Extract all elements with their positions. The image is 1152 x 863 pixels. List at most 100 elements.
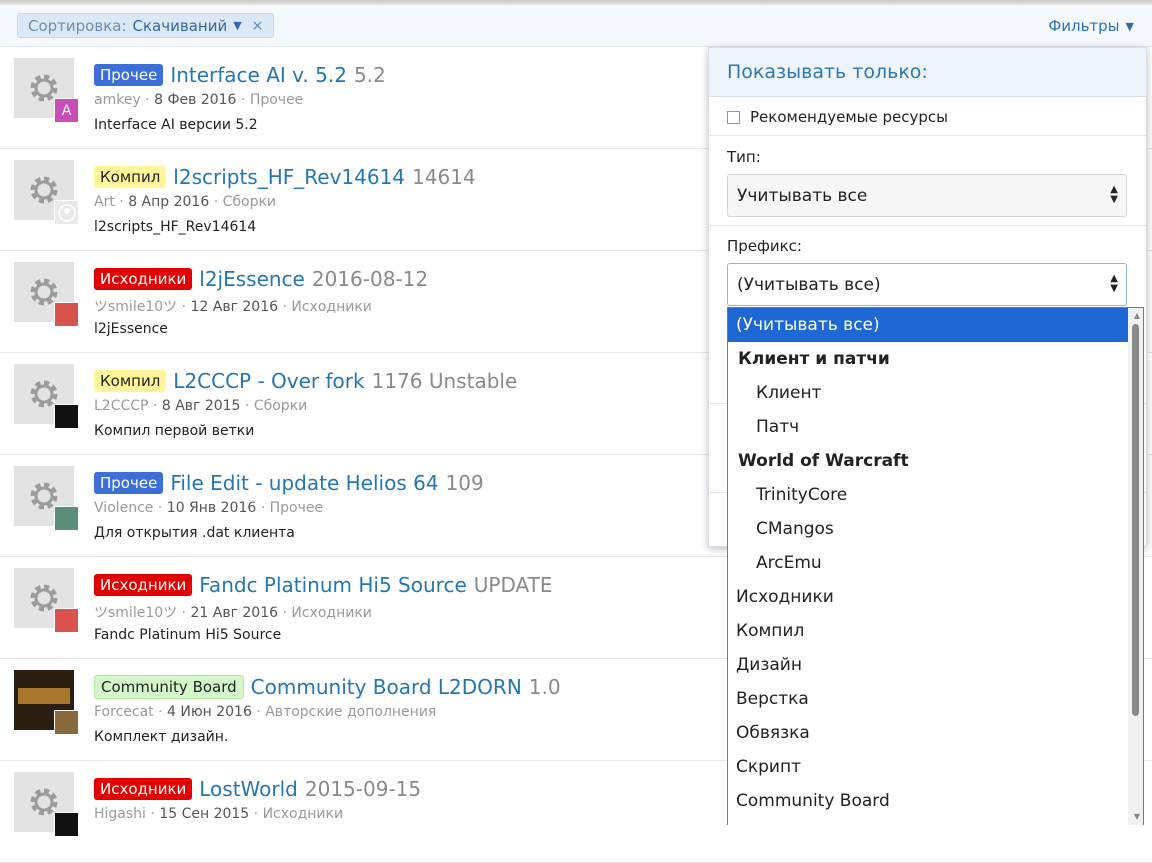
resource-title[interactable]: l2jEssence xyxy=(199,267,305,291)
type-select[interactable]: Учитывать все ▲ ▼ xyxy=(727,174,1127,217)
prefix-select[interactable]: (Учитывать все) ▲ ▼ xyxy=(727,263,1127,306)
prefix-badge[interactable]: Прочее xyxy=(94,472,164,494)
dropdown-option[interactable]: Скрипт xyxy=(728,750,1143,784)
resource-version: 109 xyxy=(445,471,484,495)
resource-meta: Art · 8 Апр 2016 · Сборки xyxy=(94,194,277,210)
resource-meta: Violence · 10 Янв 2016 · Прочее xyxy=(94,500,324,516)
type-label: Тип: xyxy=(727,148,761,166)
resource-title[interactable]: l2scripts_HF_Rev14614 xyxy=(173,165,405,189)
prefix-badge[interactable]: Исходники xyxy=(94,268,193,290)
prefix-badge[interactable]: Community Board xyxy=(94,675,244,699)
dropdown-option[interactable]: Компил xyxy=(728,614,1143,648)
resource-date: 15 Сен 2015 xyxy=(159,806,250,822)
featured-checkbox[interactable] xyxy=(727,110,740,124)
avatar[interactable] xyxy=(54,200,79,225)
category-link[interactable]: Исходники xyxy=(263,806,344,822)
resource-title[interactable]: L2CCCP - Over fork xyxy=(173,369,364,393)
prefix-badge[interactable]: Прочее xyxy=(94,64,164,86)
sort-label: Сортировка: xyxy=(28,16,127,35)
chevron-down-icon[interactable]: ▼ xyxy=(233,19,241,32)
dropdown-option[interactable]: Дизайн xyxy=(728,648,1143,682)
avatar[interactable] xyxy=(54,302,79,327)
resource-date: 8 Авг 2015 xyxy=(161,398,241,414)
resource-title[interactable]: Fandc Platinum Hi5 Source xyxy=(199,573,466,597)
dropdown-option[interactable]: ArcEmu xyxy=(728,546,1143,580)
resource-title[interactable]: LostWorld xyxy=(199,777,298,801)
resource-title[interactable]: Community Board L2DORN xyxy=(251,675,522,699)
category-link[interactable]: Прочее xyxy=(250,92,303,108)
divider xyxy=(709,225,1146,226)
resource-version: 1.0 xyxy=(528,675,561,699)
resource-version: UPDATE xyxy=(473,573,553,597)
resource-date: 8 Апр 2016 xyxy=(128,194,210,210)
prefix-badge[interactable]: Компил xyxy=(94,166,167,188)
author-link[interactable]: Art xyxy=(94,194,115,210)
avatar[interactable] xyxy=(54,710,79,735)
author-link[interactable]: Higashi xyxy=(94,806,146,822)
select-arrows-icon[interactable]: ▲ ▼ xyxy=(1110,185,1118,205)
category-link[interactable]: Прочее xyxy=(270,500,323,516)
dropdown-option[interactable]: Community Board xyxy=(728,784,1143,818)
resource-date: 12 Авг 2016 xyxy=(190,299,279,315)
scroll-down-icon[interactable]: ▼ xyxy=(1134,812,1140,821)
filters-toggle[interactable]: Фильтры ▼ xyxy=(1048,17,1134,35)
user-icon xyxy=(57,203,76,222)
resource-meta: ツsmile10ツ · 21 Авг 2016 · Исходники xyxy=(94,605,372,621)
dropdown-option[interactable]: Патч xyxy=(728,410,1143,444)
resource-description: l2jEssence xyxy=(94,321,168,337)
dropdown-option[interactable]: CMangos xyxy=(728,512,1143,546)
dropdown-option[interactable]: Верстка xyxy=(728,682,1143,716)
prefix-badge[interactable]: Компил xyxy=(94,370,167,392)
resource-meta: amkey · 8 Фев 2016 · Прочее xyxy=(94,92,304,108)
sort-value[interactable]: Скачиваний xyxy=(133,17,228,35)
resource-version: 5.2 xyxy=(353,63,386,87)
resource-meta: L2CCCP · 8 Авг 2015 · Сборки xyxy=(94,398,308,414)
dropdown-option[interactable]: Клиент xyxy=(728,376,1143,410)
scroll-up-icon[interactable]: ▲ xyxy=(1134,311,1140,320)
scrollbar[interactable]: ▲ ▼ xyxy=(1128,308,1143,825)
type-select-value[interactable]: Учитывать все xyxy=(737,186,867,206)
resource-description: Для открытия .dat клиента xyxy=(94,525,295,541)
author-link[interactable]: Forcecat xyxy=(94,704,154,720)
category-link[interactable]: Исходники xyxy=(291,605,372,621)
avatar[interactable] xyxy=(54,608,79,633)
filters-label[interactable]: Фильтры xyxy=(1048,17,1119,35)
close-icon[interactable]: × xyxy=(252,18,264,34)
sort-chip[interactable]: Сортировка: Скачиваний ▼ × xyxy=(17,13,275,38)
dropdown-option[interactable]: (Учитывать все) xyxy=(728,308,1143,342)
prefix-badge[interactable]: Исходники xyxy=(94,574,193,596)
category-link[interactable]: Сборки xyxy=(254,398,307,414)
author-link[interactable]: L2CCCP xyxy=(94,398,148,414)
dropdown-option[interactable]: Обвязка xyxy=(728,716,1143,750)
resource-meta: Forcecat · 4 Июн 2016 · Авторские дополн… xyxy=(94,704,437,720)
prefix-badge[interactable]: Исходники xyxy=(94,778,193,800)
resource-title[interactable]: Interface AI v. 5.2 xyxy=(170,63,347,87)
featured-checkbox-row[interactable]: Рекомендуемые ресурсы xyxy=(727,108,948,126)
avatar[interactable] xyxy=(54,404,79,429)
avatar[interactable]: A xyxy=(54,98,79,123)
resource-description: l2scripts_HF_Rev14614 xyxy=(94,219,257,235)
resource-version: 2015-09-15 xyxy=(304,777,422,801)
category-link[interactable]: Исходники xyxy=(291,299,372,315)
resource-description: Компил первой ветки xyxy=(94,423,255,439)
dropdown-option[interactable]: TrinityCore xyxy=(728,478,1143,512)
author-link[interactable]: ツsmile10ツ xyxy=(94,605,177,621)
author-link[interactable]: Violence xyxy=(94,500,153,516)
prefix-select-value[interactable]: (Учитывать все) xyxy=(737,275,881,295)
author-link[interactable]: ツsmile10ツ xyxy=(94,299,177,315)
resource-version: 2016-08-12 xyxy=(311,267,429,291)
author-link[interactable]: amkey xyxy=(94,92,141,108)
chevron-down-icon[interactable]: ▼ xyxy=(1126,20,1134,33)
avatar[interactable] xyxy=(54,812,79,837)
avatar[interactable] xyxy=(54,506,79,531)
select-arrows-icon[interactable]: ▲ ▼ xyxy=(1110,274,1118,294)
resource-date: 10 Янв 2016 xyxy=(166,500,257,516)
scrollbar-thumb[interactable] xyxy=(1132,324,1139,716)
resource-title[interactable]: File Edit - update Helios 64 xyxy=(170,471,438,495)
category-link[interactable]: Авторские дополнения xyxy=(265,704,436,720)
prefix-dropdown-list[interactable]: (Учитывать все) Клиент и патчи Клиент Па… xyxy=(727,307,1144,825)
panel-title: Показывать только: xyxy=(709,48,1146,97)
featured-label[interactable]: Рекомендуемые ресурсы xyxy=(750,108,948,126)
dropdown-option[interactable]: Исходники xyxy=(728,580,1143,614)
category-link[interactable]: Сборки xyxy=(223,194,276,210)
